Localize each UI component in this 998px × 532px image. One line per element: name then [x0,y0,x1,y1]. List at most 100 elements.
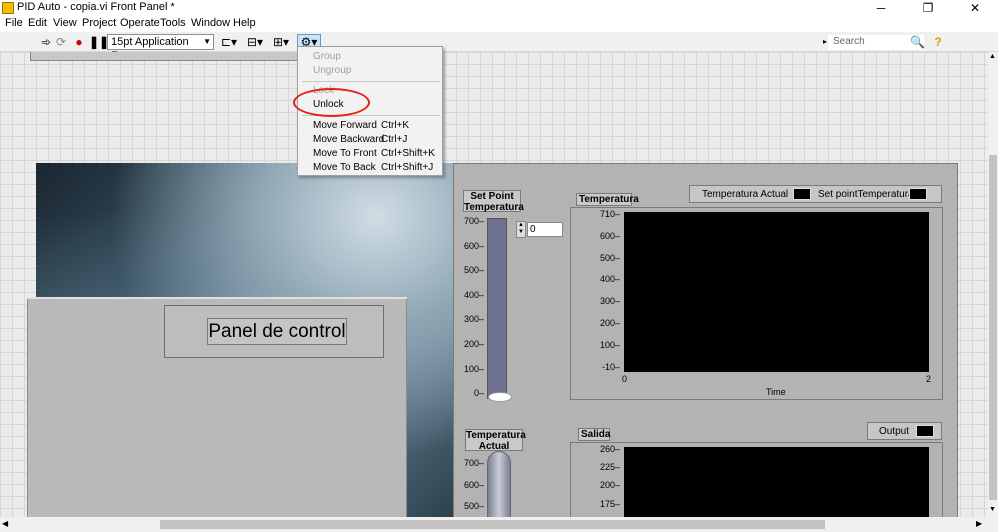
minimize-button[interactable]: ─ [858,0,904,16]
pause-icon[interactable]: ❚❚ [89,35,109,49]
run-arrow-icon[interactable]: ➾ [40,35,52,49]
menu-shortcut-move-to-front: Ctrl+Shift+K [381,148,435,159]
graph-salida-legend[interactable]: Output [867,422,942,440]
graph-temp-plot-area[interactable] [624,212,929,372]
temp-actual-scale-tick: 600– [463,479,484,490]
graph-salida-y-axis: 260–225–200–175–150– [594,444,622,517]
menu-item-move-backward[interactable]: Move Backward [313,133,384,147]
legend-item-setpoint: Set pointTemperatura [818,189,914,200]
vertical-scroll-thumb[interactable] [989,155,997,500]
graph-temp-x-tick-0: 0 [622,374,628,384]
hidden-control-edge [30,52,300,61]
graph-temp-y-tick: 500– [599,252,620,263]
scroll-down-icon[interactable]: ▼ [989,506,996,513]
horizontal-scroll-thumb[interactable] [160,520,825,529]
menu-window[interactable]: Window [191,17,230,29]
plot-setpoint-icon [909,188,927,200]
menu-operate[interactable]: Operate [120,17,160,29]
temp-actual-scale: 700– 600– 500– [458,458,488,517]
restore-button[interactable]: ❐ [905,0,951,16]
graph-temp-y-tick: -10– [601,361,620,372]
setpoint-scale-tick: 100– [463,363,484,374]
menu-item-group[interactable]: Group [313,50,341,64]
scroll-up-icon[interactable]: ▲ [989,53,996,60]
menu-shortcut-move-backward: Ctrl+J [381,134,408,145]
setpoint-label: Set Point Temperatura [463,190,524,213]
control-panel-highlight [27,297,407,299]
legend-item-temp-actual: Temperatura Actual [702,189,789,200]
graph-temp-x-tick-1: 2 [926,374,932,384]
search-icon[interactable]: 🔍 [910,35,925,49]
menu-help[interactable]: Help [233,17,256,29]
setpoint-slider-track[interactable] [487,218,507,399]
scroll-left-icon[interactable]: ◀ [2,519,8,528]
graph-salida-title: Salida [578,428,610,441]
front-panel-canvas[interactable]: Panel de control Set Point Temperatura 7… [0,52,988,517]
setpoint-scale-tick: 500– [463,265,484,276]
instrument-panel: Set Point Temperatura 700– 600– 500– 400– 30… [453,163,958,517]
temp-actual-scale-tick: 700– [463,458,484,468]
menu-shortcut-move-forward: Ctrl+K [381,120,410,131]
graph-temp-y-tick: 300– [599,296,620,307]
window-title: PID Auto - copia.vi Front Panel * [17,1,175,13]
menu-item-ungroup[interactable]: Ungroup [313,64,351,78]
menu-shortcut-move-to-back: Ctrl+Shift+J [381,162,434,173]
temp-actual-label-line1: Temperatura [466,430,526,441]
chevron-down-icon: ▼ [203,37,211,46]
font-selector[interactable]: 15pt Application Font ▼ [107,34,214,62]
setpoint-scale-tick: 600– [463,240,484,251]
graph-temp-y-tick: 200– [599,318,620,328]
unlock-highlight-annotation [293,88,370,117]
panel-title-label: Panel de control [207,318,347,345]
setpoint-slider-thumb[interactable] [488,392,512,402]
graph-temp-x-label: Time [766,387,786,397]
title-bar: PID Auto - copia.vi Front Panel * ─ ❐ ✕ [0,0,998,16]
menu-item-move-to-front[interactable]: Move To Front [313,147,377,161]
graph-temp-y-tick: 100– [599,339,620,350]
graph-temp-title: Temperatura [576,193,639,206]
scroll-right-icon[interactable]: ▶ [976,519,982,528]
setpoint-label-line1: Set Point [470,191,514,202]
menu-tools[interactable]: Tools [160,17,186,29]
toolbar: ➾ ⟳ ● ❚❚ 15pt Application Font ▼ ⊏▾ ⊟▾ ⊞… [0,32,998,77]
abort-icon[interactable]: ● [73,35,85,49]
labview-vi-icon [2,2,14,14]
menu-item-move-to-back[interactable]: Move To Back [313,161,376,175]
menu-project[interactable]: Project [82,17,116,29]
temp-actual-thermometer [487,451,511,517]
temp-actual-label-line2: Actual [478,441,510,452]
graph-temp-y-axis: 710– 600– 500– 400– 300– 200– 100– -10– [594,209,622,374]
setpoint-label-line2: Temperatura [464,202,524,213]
setpoint-scale-tick: 400– [463,289,484,300]
resize-objects-icon[interactable]: ⊞▾ [271,35,291,49]
menu-file[interactable]: File [5,17,23,29]
setpoint-numeric[interactable]: 0 [527,222,563,237]
graph-temp-y-tick: 710– [599,209,620,219]
temp-actual-label: Temperatura Actual [465,429,526,452]
setpoint-scale-tick: 200– [463,339,484,349]
menu-item-move-forward[interactable]: Move Forward [313,119,377,133]
setpoint-scale-tick: 0– [473,388,484,399]
distribute-objects-icon[interactable]: ⊟▾ [245,35,265,49]
temp-actual-scale-tick: 500– [463,501,484,511]
graph-salida-plot-area[interactable] [624,447,929,517]
plot-output-icon [916,425,934,437]
graph-salida-y-tick: 175– [599,498,620,509]
run-continuously-icon[interactable]: ⟳ [55,35,67,49]
graph-salida-y-tick: 225– [599,462,620,473]
graph-temp-y-tick: 400– [599,274,620,285]
setpoint-increment-icon[interactable]: ▲ ▼ [516,221,526,238]
graph-salida-y-tick: 260– [599,444,620,454]
graph-salida-y-tick: 200– [599,480,620,491]
menu-edit[interactable]: Edit [28,17,47,29]
menu-bar: File Edit View Project Operate Tools Win… [0,16,998,32]
close-button[interactable]: ✕ [952,0,998,16]
setpoint-scale-tick: 700– [463,216,484,226]
help-icon[interactable]: ? [932,35,944,49]
align-objects-icon[interactable]: ⊏▾ [219,35,239,49]
graph-temp-legend[interactable]: Temperatura Actual Set pointTemperatura [689,185,942,203]
legend-item-output: Output [879,426,910,437]
graph-temp-y-tick: 600– [599,230,620,241]
setpoint-scale-tick: 300– [463,314,484,325]
menu-view[interactable]: View [53,17,77,29]
